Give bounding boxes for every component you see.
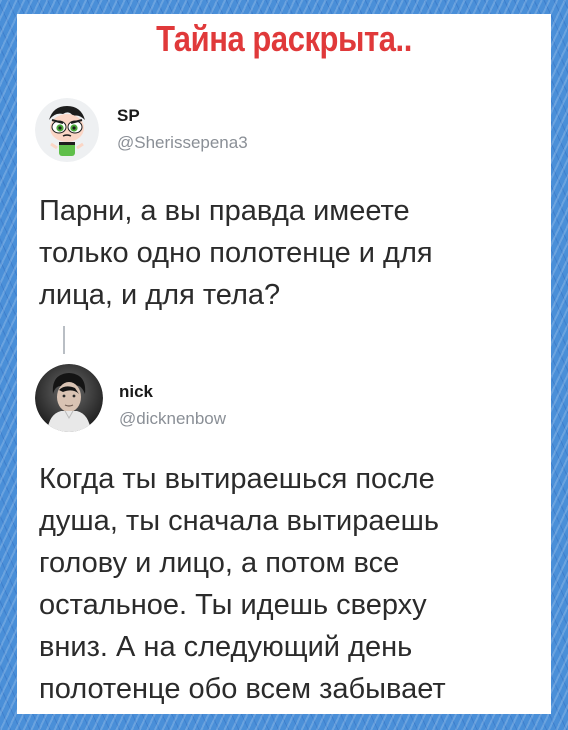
powerpuff-buttercup-avatar-icon[interactable]	[35, 98, 99, 162]
tweet-text: Когда ты вытираешься после душа, ты снач…	[39, 458, 446, 710]
tweet-text-line: лица, и для тела?	[39, 279, 281, 311]
author-handle[interactable]: @dicknenbow	[119, 409, 226, 429]
author-name[interactable]: nick	[119, 382, 153, 402]
author-handle[interactable]: @Sherissepena3	[117, 133, 248, 153]
meme-card: Тайна раскрыта.. SP @Sherissepena3 Парни…	[17, 14, 551, 714]
tweet-text-line: полотенце обо всем забывает	[39, 673, 446, 705]
tweet-text-line: Парни, а вы правда имеете	[39, 195, 410, 227]
meme-headline: Тайна раскрыта..	[156, 18, 412, 59]
author-name[interactable]: SP	[117, 106, 140, 126]
tweet-text-line: только одно полотенце и для	[39, 237, 433, 269]
tweet-text-line: остальное. Ты идешь сверху	[39, 589, 427, 621]
person-photo-avatar-icon[interactable]	[35, 364, 103, 432]
thread-connector	[63, 326, 65, 354]
tweet-text: Парни, а вы правда имеете только одно по…	[39, 190, 433, 316]
tweet-text-line: вниз. А на следующий день	[39, 631, 413, 663]
tweet-text-line: голову и лицо, а потом все	[39, 547, 400, 579]
tweet-text-line: Когда ты вытираешься после	[39, 463, 435, 495]
tweet-text-line: душа, ты сначала вытираешь	[39, 505, 439, 537]
